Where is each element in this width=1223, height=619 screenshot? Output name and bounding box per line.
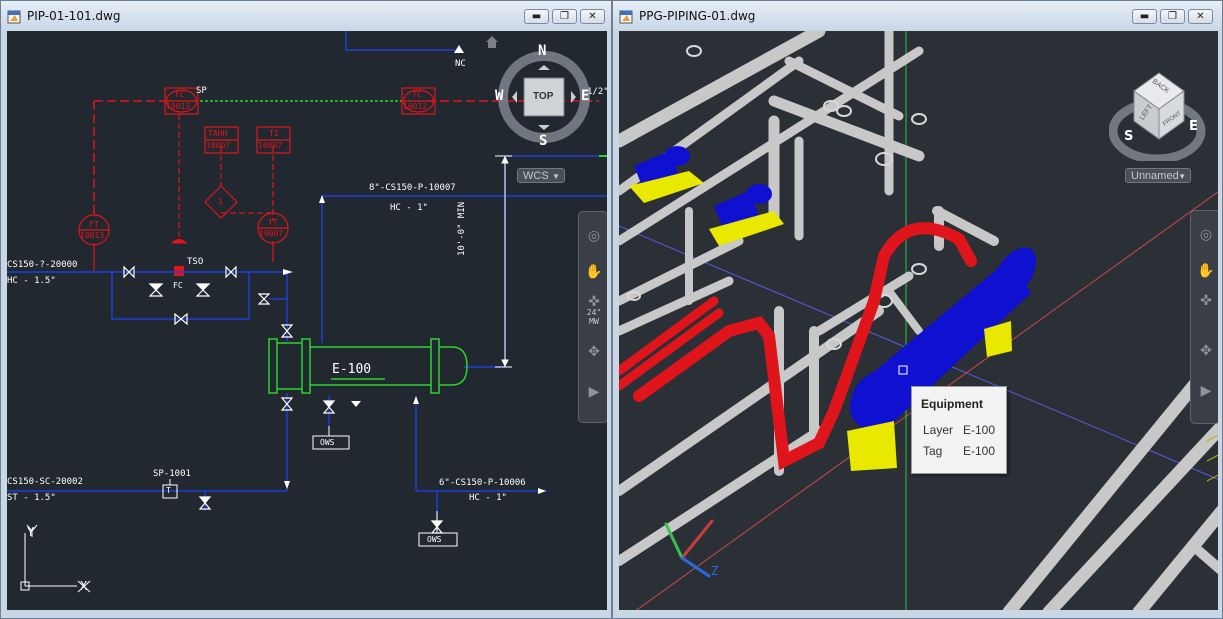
compass-west[interactable]: W — [495, 88, 503, 104]
tooltip-tag-key: Tag — [923, 444, 943, 458]
compass-east[interactable]: E — [581, 88, 589, 104]
chevron-down-icon: ▼ — [1178, 172, 1186, 181]
dwg-file-icon — [619, 10, 633, 24]
tc-number: 10012 — [403, 102, 428, 111]
equipment-tooltip: Equipment Layer E-100 Tag E-100 — [911, 386, 1007, 474]
3d-model-canvas[interactable]: Z LEFT BACK FRONT S E Unnamed ▼ ◎ ✋ ✜ ✥ … — [619, 31, 1218, 610]
ft-number: 10013 — [80, 231, 105, 240]
minimize-icon: ▬ — [1139, 11, 1150, 22]
ows-label-2: OWS — [427, 535, 442, 544]
pan-icon[interactable]: ✋ — [584, 262, 604, 282]
tahh-tag: TAHH — [208, 129, 228, 138]
chevron-down-icon: ▼ — [552, 172, 560, 181]
tooltip-heading: Equipment — [921, 397, 983, 411]
ucs-label: Unnamed — [1131, 170, 1179, 182]
tc-tag: TC — [412, 90, 422, 99]
st-left-label: ST - 1.5" — [7, 493, 56, 503]
tooltip-layer-key: Layer — [923, 423, 954, 437]
restore-icon: ❐ — [1168, 11, 1177, 22]
minimize-button[interactable]: ▬ — [1132, 9, 1157, 24]
tooltip-tag-value: E-100 — [963, 444, 996, 458]
nc-label: NC — [455, 59, 466, 69]
pan-icon[interactable]: ✋ — [1196, 261, 1216, 281]
line-number-bottom-right: 6"-CS150-P-10006 — [439, 478, 526, 488]
t-box-label: T — [166, 486, 171, 495]
close-button[interactable]: ✕ — [1188, 9, 1213, 24]
showmotion-icon[interactable]: ▶ — [1196, 381, 1216, 401]
steering-wheel-icon[interactable]: ◎ — [1196, 225, 1216, 245]
hc-left-label: HC - 1.5" — [7, 276, 56, 286]
fc-tag: FC — [175, 90, 185, 99]
right-window-title: PPG-PIPING-01.dwg — [639, 9, 756, 23]
close-icon: ✕ — [1196, 11, 1205, 22]
compass-north[interactable]: N — [538, 43, 546, 59]
left-title-bar[interactable]: PIP-01-101.dwg ▬ ❐ ✕ — [1, 1, 611, 31]
line-number-bottom-left: CS150-SC-20002 — [7, 477, 83, 487]
orbit-icon[interactable]: ✥ — [1196, 341, 1216, 361]
hc-bottom-label: HC - 1" — [469, 493, 507, 503]
ucs-dropdown[interactable]: Unnamed ▼ — [1125, 168, 1191, 183]
showmotion-icon[interactable]: ▶ — [584, 382, 604, 402]
ucs-z-label: Z — [711, 564, 719, 578]
ti-number: 10007 — [258, 141, 283, 150]
steering-wheel-icon[interactable]: ◎ — [584, 226, 604, 246]
close-button[interactable]: ✕ — [580, 9, 605, 24]
right-model-window[interactable]: PPG-PIPING-01.dwg ▬ ❐ ✕ Z LEFT BACK FRON… — [612, 0, 1223, 619]
ucs-x-label: X — [80, 579, 88, 593]
fc-valve-label: FC — [173, 281, 183, 290]
wcs-dropdown[interactable]: WCS ▼ — [517, 168, 565, 183]
tso-label: TSO — [187, 257, 204, 267]
pid-drawing-canvas[interactable]: NC SP 1/2" FC 10013 TC 10012 TAHH 10007 … — [7, 31, 607, 610]
ows-label-1: OWS — [320, 438, 335, 447]
interlock-number: 1 — [218, 197, 223, 206]
ft-tag: FT — [89, 220, 99, 229]
right-title-bar[interactable]: PPG-PIPING-01.dwg ▬ ❐ ✕ — [613, 1, 1222, 31]
ucs-y-label: Y — [27, 525, 35, 539]
sp-1001-label: SP-1001 — [153, 469, 191, 479]
minimize-button[interactable]: ▬ — [524, 9, 549, 24]
left-window-title: PIP-01-101.dwg — [27, 9, 121, 23]
minimize-icon: ▬ — [531, 11, 542, 22]
exchanger-tag: E-100 — [332, 362, 372, 377]
tt-tag: TT — [268, 218, 278, 227]
line-number-top: 8"-CS150-P-10007 — [369, 183, 456, 193]
tt-number: 10007 — [259, 229, 284, 238]
restore-icon: ❐ — [560, 11, 569, 22]
orbit-icon[interactable]: ✥ — [584, 342, 604, 362]
sp-label: SP — [196, 86, 207, 96]
wcs-label: WCS — [523, 170, 549, 182]
compass-south[interactable]: S — [1124, 129, 1133, 144]
ti-tag: TI — [269, 129, 279, 138]
home-icon[interactable] — [485, 35, 499, 49]
navigation-bar[interactable]: ◎ ✋ ✜ ✥ ▶ — [1190, 210, 1218, 424]
3d-viewcube[interactable]: LEFT BACK FRONT S E — [1109, 61, 1209, 161]
zoom-icon[interactable]: ✜ — [1196, 291, 1216, 311]
compass-viewcube[interactable]: N S W E TOP — [494, 41, 594, 151]
left-drawing-window[interactable]: PIP-01-101.dwg ▬ ❐ ✕ NC SP 1/2" FC 10013… — [0, 0, 612, 619]
scale-label: 24" MW — [586, 308, 602, 326]
fc-number: 10013 — [166, 102, 191, 111]
line-number-left: CS150-?-20000 — [7, 260, 78, 270]
navigation-bar[interactable]: ◎ ✋ ✜ 24" MW ✥ ▶ — [578, 211, 607, 423]
close-icon: ✕ — [588, 11, 597, 22]
dwg-file-icon — [7, 10, 21, 24]
dimension-label: 10'-0" MIN — [457, 201, 467, 256]
viewcube-top-face[interactable]: TOP — [533, 91, 553, 102]
restore-button[interactable]: ❐ — [1160, 9, 1185, 24]
tahh-number: 10007 — [206, 141, 231, 150]
compass-east[interactable]: E — [1189, 119, 1198, 134]
restore-button[interactable]: ❐ — [552, 9, 577, 24]
compass-south[interactable]: S — [539, 133, 547, 149]
viewcube-graphic — [1109, 72, 1206, 161]
hc-top-label: HC - 1" — [390, 203, 428, 213]
tooltip-layer-value: E-100 — [963, 423, 996, 437]
